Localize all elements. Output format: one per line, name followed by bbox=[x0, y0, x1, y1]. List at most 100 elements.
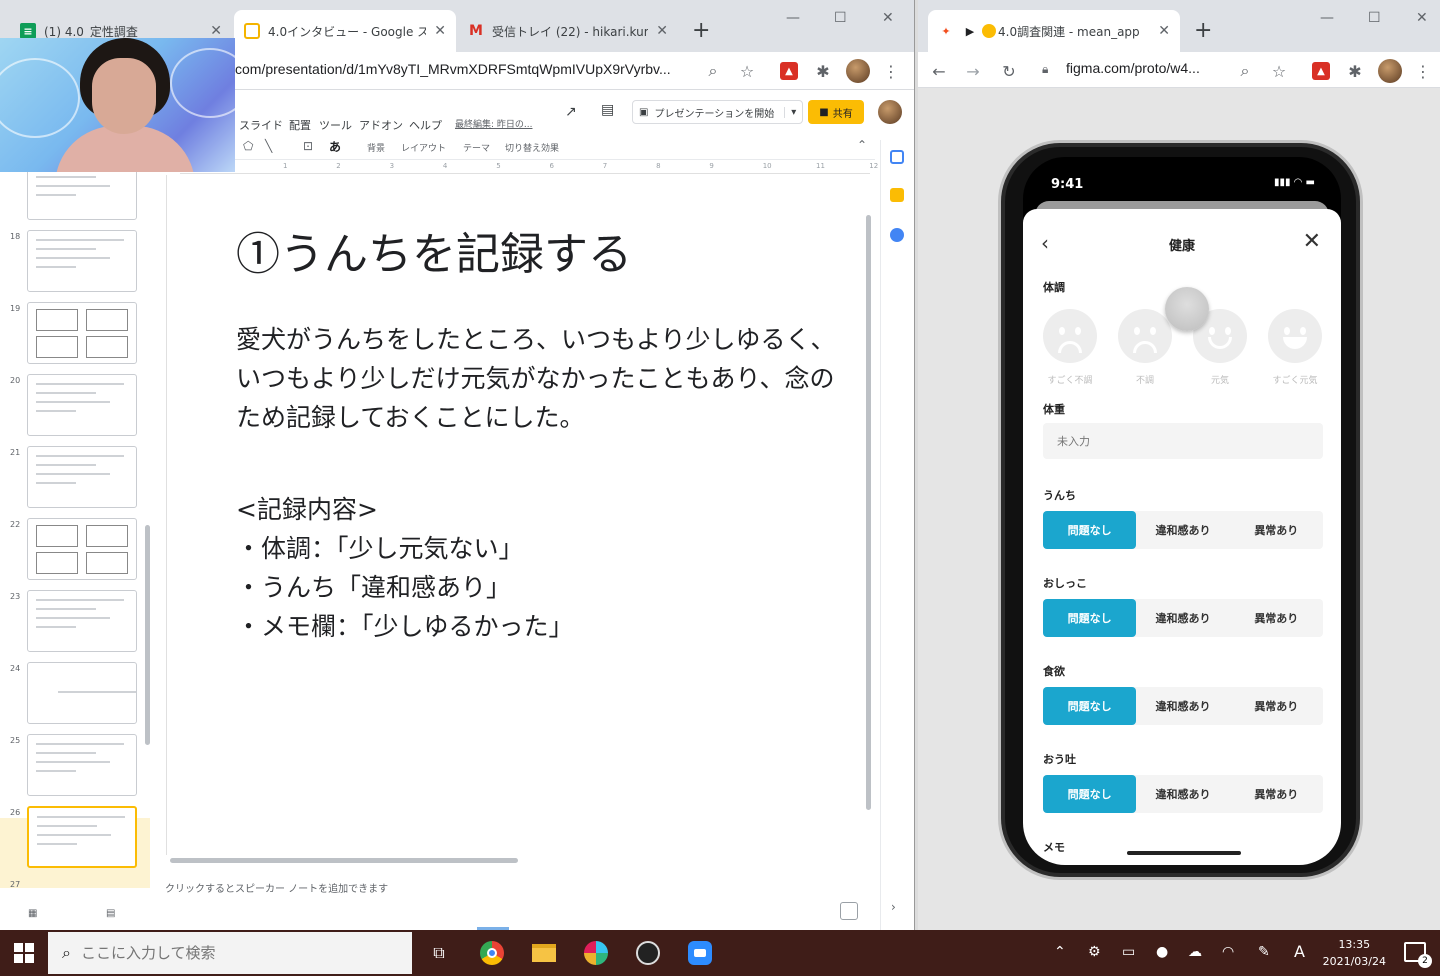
slide-title[interactable]: ①うんちを記録する bbox=[236, 218, 632, 282]
option-discomfort[interactable]: 違和感あり bbox=[1136, 599, 1229, 637]
tasks-icon[interactable] bbox=[890, 228, 904, 242]
option-no-problem[interactable]: 問題なし bbox=[1043, 775, 1137, 813]
vomit-segmented-control[interactable]: 問題なし 違和感あり 異常あり bbox=[1043, 775, 1323, 813]
collapse-chevron-icon[interactable]: ⌃ bbox=[857, 138, 867, 152]
new-tab-icon[interactable]: + bbox=[692, 18, 710, 43]
extensions-puzzle-icon[interactable]: ✱ bbox=[1344, 60, 1366, 82]
menu-slide[interactable]: スライド bbox=[239, 117, 283, 133]
slide-thumbnail[interactable] bbox=[27, 806, 137, 868]
menu-help[interactable]: ヘルプ bbox=[409, 117, 442, 133]
zoom-icon[interactable]: ⌕ bbox=[1234, 60, 1256, 82]
more-menu-icon[interactable]: ⋮ bbox=[880, 60, 902, 82]
ime-indicator[interactable]: A bbox=[1294, 942, 1305, 961]
share-button[interactable]: ■ 共有 bbox=[808, 100, 864, 124]
very-bad-face-icon[interactable] bbox=[1043, 309, 1097, 363]
slack-icon[interactable] bbox=[581, 938, 611, 968]
present-button[interactable]: ▣ プレゼンテーションを開始 ▾ bbox=[632, 100, 804, 124]
slide-thumbnail[interactable] bbox=[27, 590, 137, 652]
menu-addons[interactable]: アドオン bbox=[359, 117, 403, 133]
minimize-icon[interactable]: — bbox=[786, 10, 800, 26]
grid-view-icon[interactable]: ▤ bbox=[106, 908, 115, 919]
microphone-icon[interactable]: ● bbox=[1156, 944, 1168, 960]
close-icon[interactable]: ✕ bbox=[1158, 23, 1170, 39]
slide-thumbnail[interactable] bbox=[27, 374, 137, 436]
option-no-problem[interactable]: 問題なし bbox=[1043, 599, 1137, 637]
new-tab-icon[interactable]: + bbox=[1194, 18, 1212, 43]
profile-avatar[interactable] bbox=[846, 59, 870, 83]
horizontal-scrollbar[interactable] bbox=[170, 858, 518, 863]
slide-thumbnail[interactable] bbox=[27, 302, 137, 364]
line-icon[interactable]: ╲ bbox=[265, 139, 272, 153]
zoom-app-icon[interactable] bbox=[685, 938, 715, 968]
taskbar-clock[interactable]: 13:35 2021/03/24 bbox=[1323, 936, 1386, 970]
toolbar-layout[interactable]: レイアウト bbox=[401, 141, 446, 154]
close-icon[interactable]: ✕ bbox=[210, 23, 222, 39]
input-tools-icon[interactable]: あ bbox=[329, 138, 341, 155]
wifi-icon[interactable]: ◠ bbox=[1222, 944, 1234, 960]
bookmark-star-icon[interactable]: ☆ bbox=[1268, 60, 1290, 82]
very-good-face-icon[interactable] bbox=[1268, 309, 1322, 363]
poop-segmented-control[interactable]: 問題なし 違和感あり 異常あり bbox=[1043, 511, 1323, 549]
slides-profile-avatar[interactable] bbox=[878, 100, 902, 124]
obs-icon[interactable] bbox=[633, 938, 663, 968]
filmstrip-view-icon[interactable]: ▦ bbox=[28, 908, 37, 919]
file-explorer-icon[interactable] bbox=[529, 938, 559, 968]
activity-trend-icon[interactable]: ↗ bbox=[565, 104, 577, 120]
profile-avatar[interactable] bbox=[1378, 59, 1402, 83]
pdf-extension-icon[interactable]: ▲ bbox=[780, 62, 798, 80]
tray-app-icon[interactable]: ⚙ bbox=[1088, 944, 1101, 960]
windows-start-icon[interactable] bbox=[14, 943, 34, 963]
slide-paragraph[interactable]: 愛犬がうんちをしたところ、いつもより少しゆるく、いつもより少しだけ元気がなかった… bbox=[236, 320, 836, 437]
bad-face-icon[interactable] bbox=[1118, 309, 1172, 363]
zoom-icon[interactable]: ⌕ bbox=[702, 60, 724, 82]
tab-slides[interactable]: 4.0インタビュー - Google スライ ✕ bbox=[234, 10, 456, 52]
back-arrow-icon[interactable]: ← bbox=[928, 60, 950, 82]
pen-icon[interactable]: ✎ bbox=[1258, 944, 1270, 960]
maximize-icon[interactable]: ☐ bbox=[1368, 10, 1381, 26]
slide-thumbnail[interactable] bbox=[27, 230, 137, 292]
close-icon[interactable]: ✕ bbox=[656, 23, 668, 39]
filmstrip-scrollbar[interactable] bbox=[145, 525, 150, 745]
more-menu-icon[interactable]: ⋮ bbox=[1412, 60, 1434, 82]
tab-figma-prototype[interactable]: ✦ ▶ 4.0調査関連 - mean_app ✕ bbox=[928, 10, 1180, 52]
notification-center-icon[interactable]: 2 bbox=[1404, 942, 1432, 968]
comments-icon[interactable]: ▤ bbox=[601, 102, 614, 118]
option-discomfort[interactable]: 違和感あり bbox=[1136, 687, 1229, 725]
slide-thumbnail[interactable] bbox=[27, 662, 137, 724]
window-close-icon[interactable]: ✕ bbox=[1416, 10, 1428, 26]
keep-icon[interactable] bbox=[890, 188, 904, 202]
reload-icon[interactable]: ↻ bbox=[998, 60, 1020, 82]
slide-record-list[interactable]: <記録内容> ・体調：「少し元気ない」 ・うんち「違和感あり」 ・メモ欄：「少し… bbox=[236, 490, 574, 646]
option-no-problem[interactable]: 問題なし bbox=[1043, 511, 1137, 549]
menu-arrange[interactable]: 配置 bbox=[289, 117, 311, 133]
vertical-scrollbar[interactable] bbox=[866, 215, 871, 810]
speaker-notes[interactable]: クリックするとスピーカー ノートを追加できます bbox=[165, 880, 388, 895]
menu-tools[interactable]: ツール bbox=[319, 117, 352, 133]
shape-icon[interactable]: ⬠ bbox=[243, 139, 253, 153]
option-discomfort[interactable]: 違和感あり bbox=[1136, 775, 1229, 813]
close-icon[interactable]: ✕ bbox=[1303, 229, 1321, 254]
calendar-icon[interactable] bbox=[890, 150, 904, 164]
expand-panel-chevron-icon[interactable]: › bbox=[891, 900, 896, 914]
pee-segmented-control[interactable]: 問題なし 違和感あり 異常あり bbox=[1043, 599, 1323, 637]
option-abnormal[interactable]: 異常あり bbox=[1230, 599, 1323, 637]
tray-chevron-up-icon[interactable]: ⌃ bbox=[1054, 944, 1066, 960]
url-text[interactable]: figma.com/proto/w4... bbox=[1066, 60, 1200, 76]
chrome-taskbar-icon[interactable] bbox=[477, 938, 507, 968]
slide-thumbnail[interactable] bbox=[27, 518, 137, 580]
url-text[interactable]: com/presentation/d/1mYv8yTI_MRvmXDRFSmtq… bbox=[235, 61, 671, 77]
appetite-segmented-control[interactable]: 問題なし 違和感あり 異常あり bbox=[1043, 687, 1323, 725]
forward-arrow-icon[interactable]: → bbox=[962, 60, 984, 82]
comment-box-icon[interactable]: ⊡ bbox=[303, 139, 313, 153]
taskbar-search[interactable]: ⌕ bbox=[48, 932, 412, 974]
last-edit-link[interactable]: 最終編集: 昨日の... bbox=[455, 117, 532, 130]
pdf-extension-icon[interactable]: ▲ bbox=[1312, 62, 1330, 80]
battery-icon[interactable]: ▭ bbox=[1122, 944, 1135, 960]
search-input[interactable] bbox=[80, 944, 381, 962]
option-abnormal[interactable]: 異常あり bbox=[1230, 775, 1323, 813]
bookmark-star-icon[interactable]: ☆ bbox=[736, 60, 758, 82]
option-no-problem[interactable]: 問題なし bbox=[1043, 687, 1137, 725]
close-icon[interactable]: ✕ bbox=[434, 23, 446, 39]
maximize-icon[interactable]: ☐ bbox=[834, 10, 847, 26]
extensions-puzzle-icon[interactable]: ✱ bbox=[812, 60, 834, 82]
